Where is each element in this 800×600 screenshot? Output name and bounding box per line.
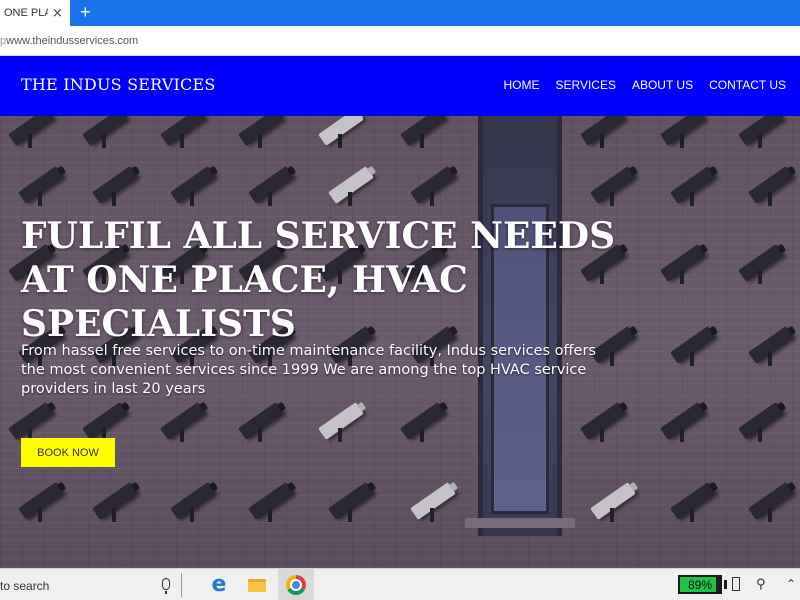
close-icon[interactable]: ×	[52, 7, 63, 20]
nav-services[interactable]: SERVICES	[556, 78, 616, 92]
url-text[interactable]: pwww.theindusservices.com	[0, 35, 138, 47]
nav-home[interactable]: HOME	[504, 78, 540, 92]
taskbar-divider	[181, 573, 182, 597]
site-navbar: THE INDUS SERVICES HOME SERVICES ABOUT U…	[0, 56, 800, 116]
people-icon[interactable]: ⚲	[756, 577, 766, 592]
tab-title: ONE PLA	[4, 7, 48, 19]
browser-tab[interactable]: ONE PLA ×	[0, 0, 70, 26]
hero-section: FULFIL ALL SERVICE NEEDS AT ONE PLACE, H…	[0, 116, 800, 568]
chevron-up-icon[interactable]: ⌃	[786, 577, 796, 591]
new-tab-button[interactable]: +	[80, 3, 91, 21]
microphone-icon[interactable]	[162, 578, 170, 594]
taskbar-search[interactable]: to search	[0, 579, 49, 593]
site-brand[interactable]: THE INDUS SERVICES	[21, 75, 216, 94]
hero-description: From hassel free services to on-time mai…	[21, 343, 596, 397]
file-explorer-icon[interactable]	[245, 573, 269, 597]
battery-tip	[724, 580, 727, 589]
hero-title: FULFIL ALL SERVICE NEEDS AT ONE PLACE, H…	[21, 215, 616, 345]
address-bar[interactable]: pwww.theindusservices.com	[0, 26, 800, 56]
edge-icon[interactable]: e	[207, 573, 231, 597]
nav-contact-us[interactable]: CONTACT US	[709, 78, 786, 92]
nav-about-us[interactable]: ABOUT US	[632, 78, 693, 92]
chrome-icon[interactable]	[284, 573, 308, 597]
battery-percent: 89%	[687, 577, 713, 592]
nav-links: HOME SERVICES ABOUT US CONTACT US	[504, 78, 787, 92]
url-value: www.theindusservices.com	[6, 35, 139, 47]
browser-tab-strip: ONE PLA × +	[0, 0, 800, 26]
battery-icon[interactable]	[732, 577, 740, 591]
battery-indicator[interactable]: 89%	[678, 575, 722, 594]
book-now-button[interactable]: BOOK NOW	[21, 438, 115, 467]
